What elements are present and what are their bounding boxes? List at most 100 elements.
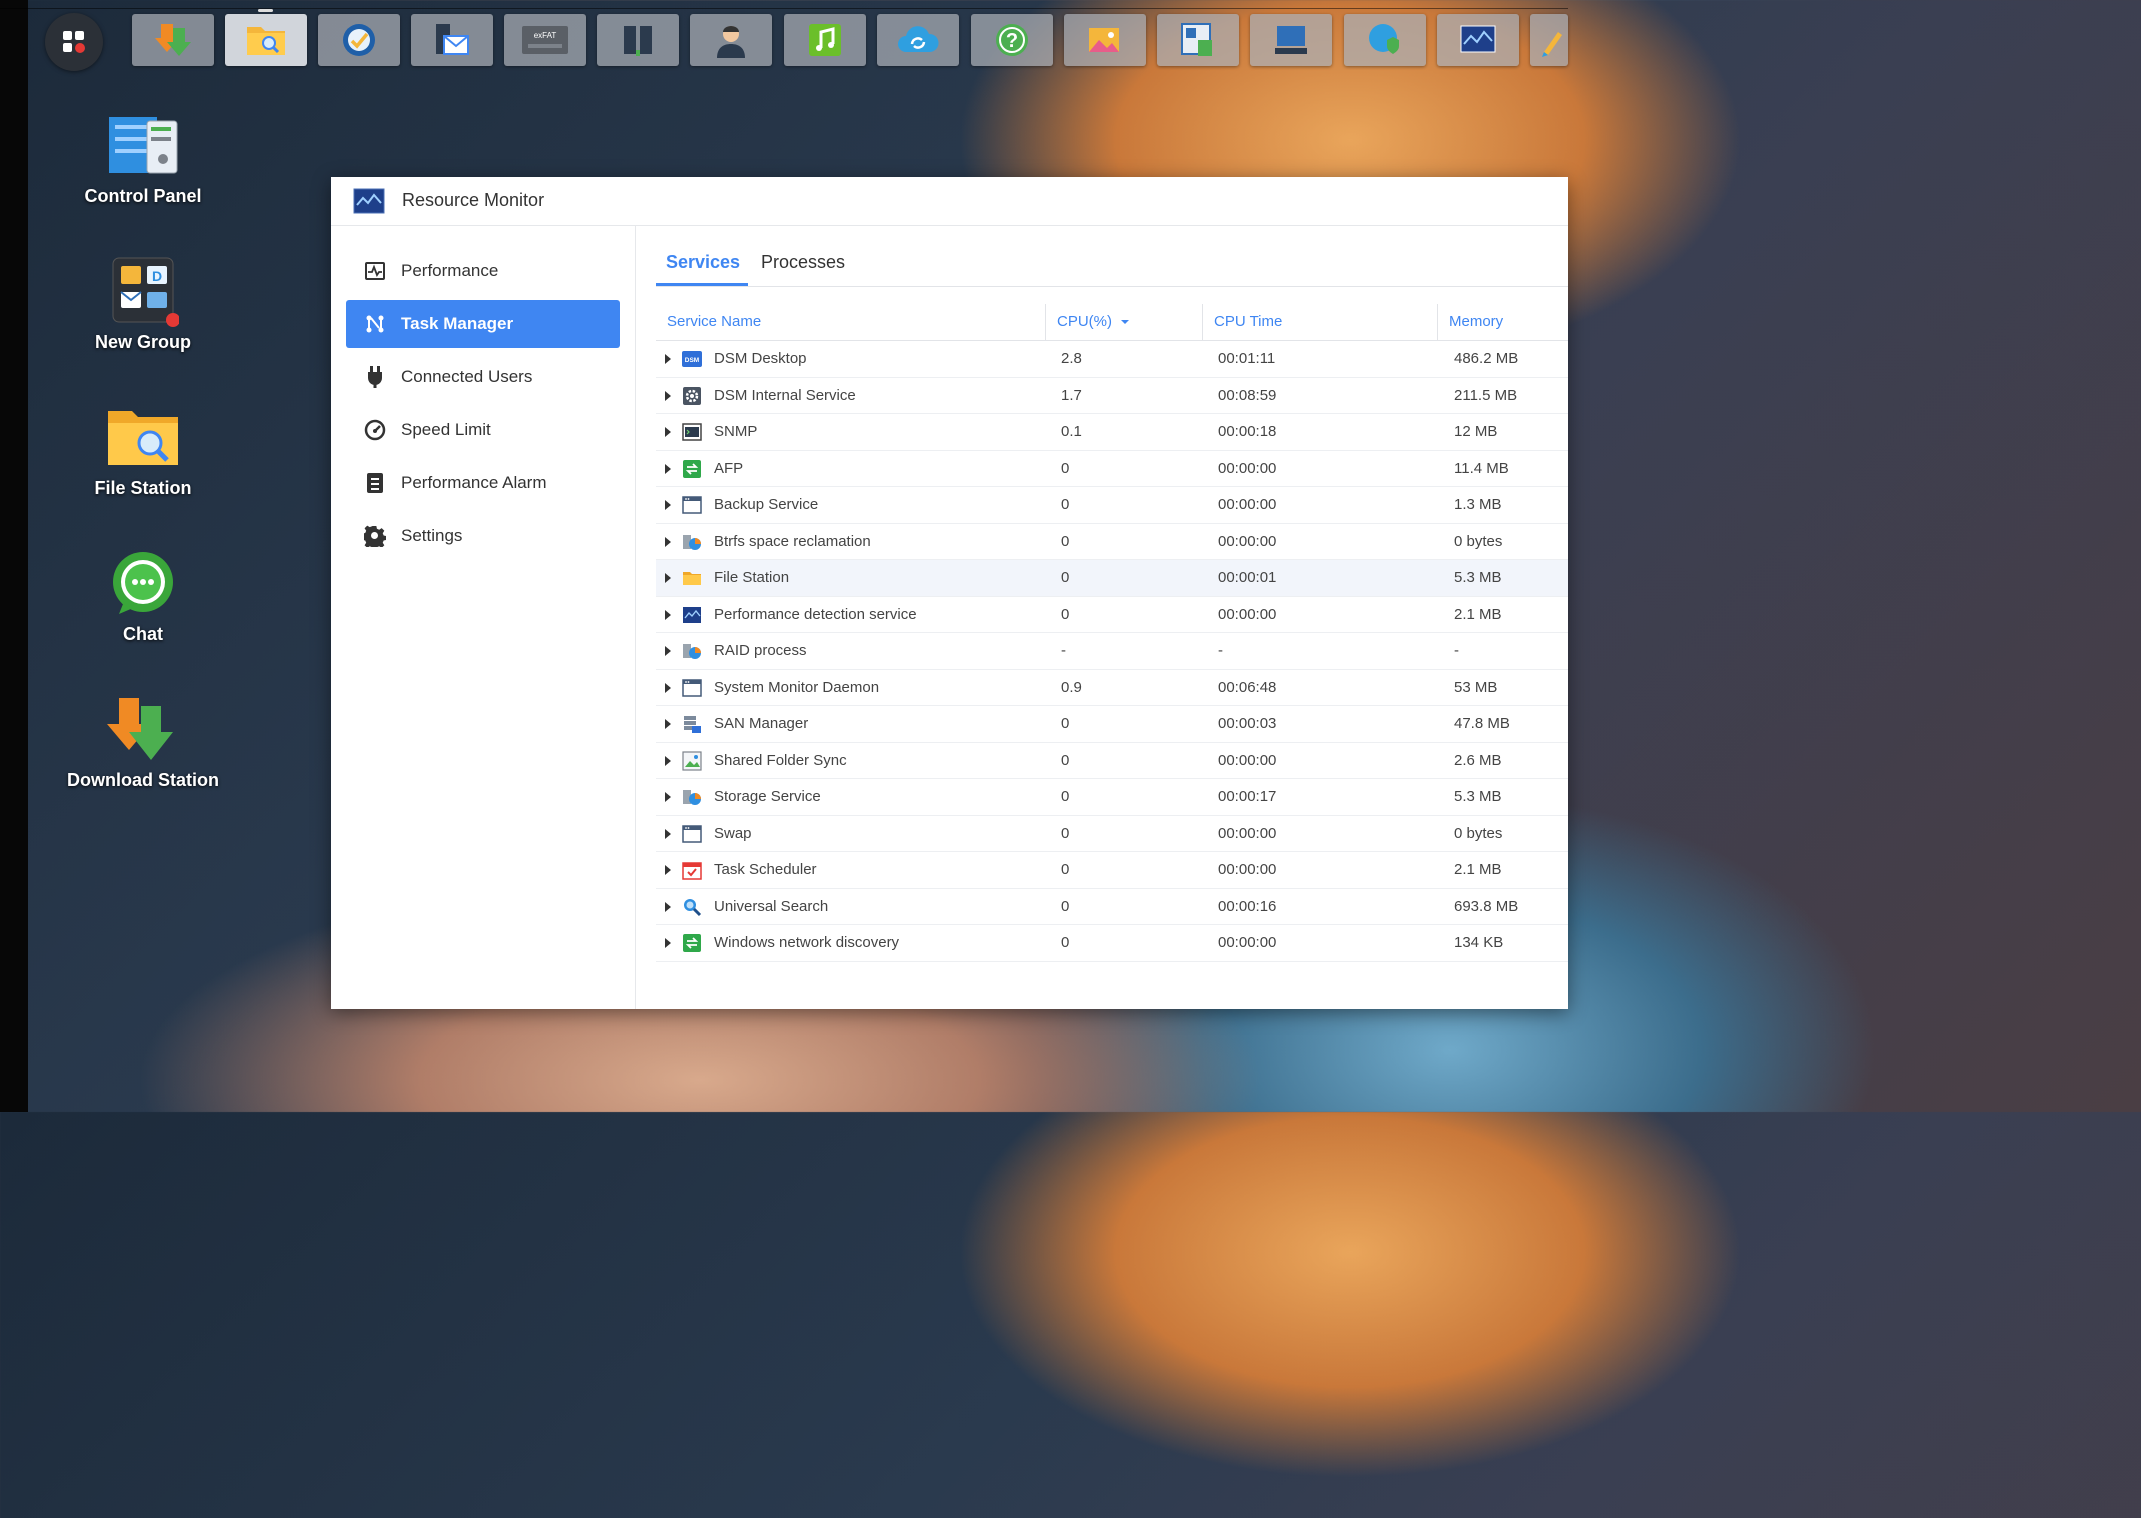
taskbar-app-security-advisor[interactable] (1344, 14, 1426, 66)
expand-caret-icon[interactable] (665, 500, 671, 510)
taskbar-app-user[interactable] (690, 14, 772, 66)
desktop-icon-label: Download Station (67, 770, 219, 790)
storage-manager-icon (1181, 23, 1212, 56)
taskbar-app-speed[interactable] (318, 14, 400, 66)
desktop-left-edge (0, 0, 28, 1112)
content-panel: Services Processes Service Name CPU(%) C… (636, 226, 1568, 1009)
desktop-icon-control-panel[interactable]: Control Panel (58, 108, 228, 207)
table-row[interactable]: SAN Manager 0 00:00:03 47.8 MB (656, 706, 1568, 743)
window-icon (682, 495, 702, 515)
expand-caret-icon[interactable] (665, 719, 671, 729)
help-icon: ? (996, 24, 1028, 56)
cpu-time-cell: 00:00:17 (1218, 788, 1277, 805)
table-row[interactable]: AFP 0 00:00:00 11.4 MB (656, 451, 1568, 487)
memory-cell: 0 bytes (1454, 824, 1503, 842)
cpu-time-cell: 00:00:00 (1218, 532, 1277, 550)
network-share-icon (682, 933, 702, 953)
sidebar-item-task-manager[interactable]: Task Manager (346, 300, 620, 348)
taskbar-app-photo[interactable] (1064, 14, 1146, 66)
expand-caret-icon[interactable] (665, 828, 671, 839)
cpu-cell: 0 (1061, 459, 1070, 477)
expand-caret-icon[interactable] (665, 682, 671, 693)
main-menu-button[interactable] (45, 13, 103, 71)
memory-cell: 2.1 MB (1454, 605, 1502, 623)
sidebar-item-settings[interactable]: Settings (346, 512, 620, 560)
table-row[interactable]: Btrfs space reclamation 0 00:00:00 0 bytes (656, 524, 1568, 560)
column-header-cpu[interactable]: CPU(%) (1057, 304, 1130, 340)
table-row[interactable]: RAID process - - - (656, 633, 1568, 670)
column-header-memory[interactable]: Memory (1449, 304, 1503, 340)
window-title-bar[interactable]: Resource Monitor (331, 177, 1568, 226)
expand-caret-icon[interactable] (665, 354, 671, 364)
taskbar-app-server[interactable] (1250, 14, 1332, 66)
cpu-cell: 0 (1061, 532, 1070, 550)
taskbar-app-exfat[interactable]: exFAT (504, 14, 586, 66)
service-name-cell: Performance detection service (714, 605, 917, 623)
taskbar-app-download-station[interactable] (132, 14, 214, 66)
table-row[interactable]: File Station 0 00:00:01 5.3 MB (656, 560, 1568, 597)
column-divider (1437, 304, 1438, 340)
taskbar-app-cloud-sync[interactable] (877, 14, 959, 66)
taskbar-app-storage-manager[interactable] (1157, 14, 1239, 66)
cpu-time-cell: 00:00:00 (1218, 934, 1277, 951)
window-icon (682, 824, 702, 844)
taskbar-app-resource-monitor[interactable] (1437, 14, 1519, 66)
active-app-indicator (258, 9, 273, 12)
tab-bar: Services Processes (656, 226, 1568, 287)
expand-caret-icon[interactable] (665, 865, 671, 875)
expand-caret-icon[interactable] (665, 390, 671, 401)
table-row[interactable]: Windows network discovery 0 00:00:00 134 KB (656, 925, 1568, 962)
monitor-icon (682, 605, 702, 625)
sidebar-item-speed-limit[interactable]: Speed Limit (346, 406, 620, 454)
sidebar-item-performance[interactable]: Performance (346, 247, 620, 295)
sidebar-item-performance-alarm[interactable]: Performance Alarm (346, 459, 620, 507)
table-row[interactable]: Shared Folder Sync 0 00:00:00 2.6 MB (656, 743, 1568, 779)
table-row[interactable]: DSM DSM Desktop 2.8 00:01:11 486.2 MB (656, 341, 1568, 378)
taskbar-app-storage[interactable] (597, 14, 679, 66)
expand-caret-icon[interactable] (665, 755, 671, 766)
taskbar-app-audio-station[interactable] (784, 14, 866, 66)
desktop-icon-new-group[interactable]: D New Group (58, 254, 228, 353)
sidebar: Performance Task Manager Connected Users… (331, 226, 636, 1009)
taskbar-app-mail-server[interactable] (411, 14, 493, 66)
folder-icon (682, 568, 702, 588)
desktop-icon-download-station[interactable]: Download Station (58, 692, 228, 791)
expand-caret-icon[interactable] (665, 901, 671, 912)
table-row[interactable]: Universal Search 0 00:00:16 693.8 MB (656, 889, 1568, 925)
expand-caret-icon[interactable] (665, 938, 671, 948)
service-name-cell: Universal Search (714, 897, 829, 915)
tab-processes[interactable]: Processes (761, 252, 845, 273)
sidebar-item-connected-users[interactable]: Connected Users (346, 353, 620, 401)
download-station-icon (107, 698, 173, 760)
table-row[interactable]: Task Scheduler 0 00:00:00 2.1 MB (656, 852, 1568, 889)
tab-services[interactable]: Services (666, 252, 740, 273)
memory-cell: - (1454, 642, 1459, 659)
desktop-icon-chat[interactable]: Chat (58, 546, 228, 645)
service-name-cell: Swap (714, 824, 752, 842)
column-header-cpu-time[interactable]: CPU Time (1214, 304, 1282, 340)
expand-caret-icon[interactable] (665, 792, 671, 802)
table-row[interactable]: Performance detection service 0 00:00:00 2.… (656, 597, 1568, 633)
expand-caret-icon[interactable] (665, 463, 671, 474)
expand-caret-icon[interactable] (665, 536, 671, 547)
table-row[interactable]: SNMP 0.1 00:00:18 12 MB (656, 414, 1568, 451)
sync-image-icon (682, 750, 702, 771)
expand-caret-icon[interactable] (665, 646, 671, 656)
gear-box-icon (682, 386, 702, 406)
table-row[interactable]: Backup Service 0 00:00:00 1.3 MB (656, 487, 1568, 524)
expand-caret-icon[interactable] (665, 427, 671, 437)
column-header-service-name[interactable]: Service Name (667, 304, 761, 340)
taskbar-app-file-station[interactable] (225, 14, 307, 66)
storage-pie-icon (682, 532, 702, 552)
taskbar-app-help[interactable]: ? (971, 14, 1053, 66)
cpu-time-cell: 00:00:01 (1218, 569, 1277, 586)
expand-caret-icon[interactable] (665, 573, 671, 583)
table-row[interactable]: DSM Internal Service 1.7 00:08:59 211.5 MB (656, 378, 1568, 414)
desktop-icon-file-station[interactable]: File Station (58, 400, 228, 499)
expand-caret-icon[interactable] (665, 609, 671, 620)
taskbar-app-pen[interactable] (1530, 14, 1568, 66)
table-row[interactable]: System Monitor Daemon 0.9 00:06:48 53 MB (656, 670, 1568, 706)
cpu-time-cell: 00:08:59 (1218, 386, 1277, 404)
table-row[interactable]: Storage Service 0 00:00:17 5.3 MB (656, 779, 1568, 816)
table-row[interactable]: Swap 0 00:00:00 0 bytes (656, 816, 1568, 852)
